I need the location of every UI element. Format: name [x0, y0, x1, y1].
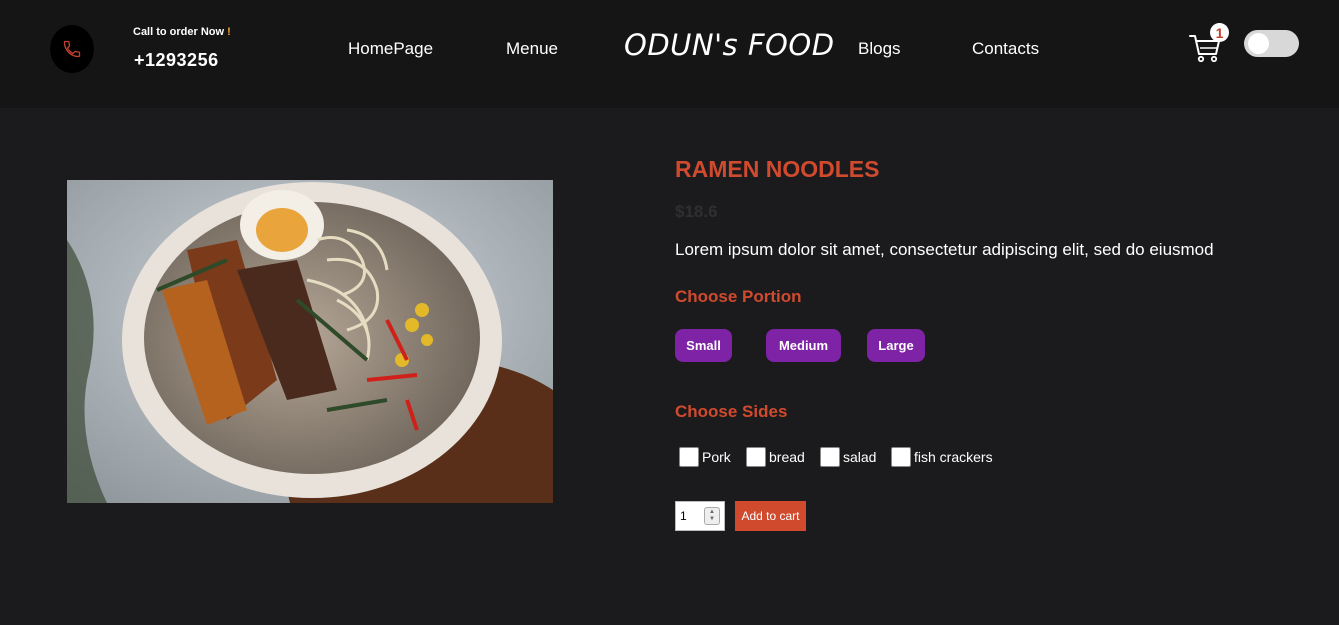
quantity-spin-icon[interactable]: ▲ ▼ — [704, 507, 720, 525]
side-salad-label: salad — [843, 449, 877, 465]
ramen-photo — [67, 180, 553, 503]
toggle-knob — [1248, 33, 1269, 54]
add-to-cart-button[interactable]: Add to cart — [735, 501, 806, 531]
side-option-fish-crackers: fish crackers — [891, 447, 993, 467]
nav-contacts[interactable]: Contacts — [972, 39, 1039, 59]
portion-small-button[interactable]: Small — [675, 329, 732, 362]
phone-icon — [63, 40, 81, 58]
portion-large-button[interactable]: Large — [867, 329, 925, 362]
phone-number: +1293256 — [134, 50, 219, 70]
product-title: RAMEN NOODLES — [675, 156, 880, 182]
side-bread-label: bread — [769, 449, 805, 465]
logo[interactable]: ODUN's FOOD — [624, 28, 835, 62]
quantity-value: 1 — [680, 509, 687, 523]
side-bread-checkbox[interactable] — [746, 447, 766, 467]
nav-homepage[interactable]: HomePage — [348, 39, 433, 59]
cart-count-badge: 1 — [1210, 23, 1229, 42]
choose-sides-label: Choose Sides — [675, 402, 788, 421]
nav-menue[interactable]: Menue — [506, 39, 558, 59]
portion-medium-button[interactable]: Medium — [766, 329, 841, 362]
call-bang: ! — [227, 26, 231, 38]
side-option-salad: salad — [820, 447, 876, 467]
side-fish-crackers-label: fish crackers — [914, 449, 993, 465]
side-pork-checkbox[interactable] — [679, 447, 699, 467]
navbar: Call to order Now ! +1293256 HomePage Me… — [0, 0, 1339, 108]
side-option-bread: bread — [746, 447, 805, 467]
quantity-stepper[interactable]: 1 ▲ ▼ — [675, 501, 725, 531]
call-to-order-label: Call to order Now ! — [133, 26, 231, 38]
nav-blogs[interactable]: Blogs — [858, 39, 901, 59]
choose-portion-label: Choose Portion — [675, 287, 802, 306]
side-pork-label: Pork — [702, 449, 731, 465]
side-fish-crackers-checkbox[interactable] — [891, 447, 911, 467]
dark-mode-toggle[interactable] — [1244, 30, 1299, 57]
side-option-pork: Pork — [679, 447, 731, 467]
phone-circle[interactable] — [50, 25, 94, 73]
side-salad-checkbox[interactable] — [820, 447, 840, 467]
product-description: Lorem ipsum dolor sit amet, consectetur … — [675, 240, 1214, 259]
product-price: $18.6 — [675, 202, 718, 221]
